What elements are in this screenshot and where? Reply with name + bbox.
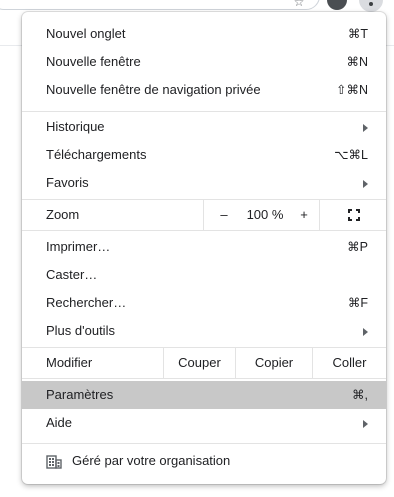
menu-item-label: Plus d'outils — [46, 323, 115, 338]
star-icon[interactable]: ☆ — [293, 0, 305, 8]
menu-separator — [22, 378, 386, 379]
menu-item-settings[interactable]: Paramètres ⌘, — [22, 381, 386, 409]
cut-button[interactable]: Couper — [163, 348, 235, 378]
menu-item-label: Rechercher… — [46, 295, 127, 310]
shortcut-label: ⌘N — [346, 55, 368, 69]
menu-item-managed-by-organization[interactable]: Géré par votre organisation — [22, 446, 386, 476]
shortcut-label: ⌘P — [347, 240, 368, 254]
shortcut-label: ⇧⌘N — [335, 83, 368, 97]
shortcut-label: ⌘, — [352, 388, 368, 402]
building-icon — [46, 455, 62, 469]
zoom-controls: – 100 % + — [203, 200, 320, 230]
menu-item-history[interactable]: Historique — [22, 113, 386, 141]
edit-row: Modifier Couper Copier Coller — [22, 348, 386, 378]
menu-item-find[interactable]: Rechercher… ⌘F — [22, 289, 386, 317]
menu-item-label: Imprimer… — [46, 239, 111, 254]
zoom-row: Zoom – 100 % + — [22, 200, 386, 230]
paste-button[interactable]: Coller — [312, 348, 386, 378]
menu-item-new-window[interactable]: Nouvelle fenêtre ⌘N — [22, 48, 386, 76]
menu-separator — [22, 443, 386, 444]
avatar[interactable] — [327, 0, 347, 10]
menu-item-cast[interactable]: Caster… — [22, 261, 386, 289]
chevron-right-icon — [363, 420, 368, 428]
edit-label: Modifier — [46, 355, 93, 370]
menu-item-label: Caster… — [46, 267, 98, 282]
managed-label: Géré par votre organisation — [72, 453, 231, 468]
menu-item-label: Aide — [46, 415, 73, 430]
menu-item-label: Favoris — [46, 175, 89, 190]
chevron-right-icon — [363, 124, 368, 132]
zoom-label: Zoom — [46, 207, 80, 222]
copy-button[interactable]: Copier — [235, 348, 312, 378]
menu-item-bookmarks[interactable]: Favoris — [22, 169, 386, 197]
fullscreen-icon[interactable] — [348, 209, 360, 221]
menu-item-help[interactable]: Aide — [22, 409, 386, 437]
zoom-in-button[interactable]: + — [296, 200, 312, 230]
menu-item-label: Téléchargements — [46, 147, 147, 162]
menu-separator — [22, 230, 386, 231]
menu-item-new-tab[interactable]: Nouvel onglet ⌘T — [22, 20, 386, 48]
menu-item-new-incognito-window[interactable]: Nouvelle fenêtre de navigation privée ⇧⌘… — [22, 76, 386, 104]
menu-item-label: Paramètres — [46, 387, 114, 402]
shortcut-label: ⌥⌘L — [334, 148, 368, 162]
menu-item-label: Nouvelle fenêtre — [46, 54, 141, 69]
menu-item-label: Historique — [46, 119, 105, 134]
zoom-level: 100 % — [246, 207, 284, 222]
address-bar[interactable] — [0, 0, 320, 10]
chevron-right-icon — [363, 328, 368, 336]
menu-item-more-tools[interactable]: Plus d'outils — [22, 317, 386, 345]
chevron-right-icon — [363, 180, 368, 188]
chrome-main-menu: Nouvel onglet ⌘T Nouvelle fenêtre ⌘N Nou… — [22, 12, 386, 484]
zoom-out-button[interactable]: – — [216, 200, 232, 230]
menu-item-label: Nouvelle fenêtre de navigation privée — [46, 82, 261, 97]
three-dots-vertical-icon[interactable] — [359, 0, 383, 12]
shortcut-label: ⌘F — [347, 296, 368, 310]
menu-item-print[interactable]: Imprimer… ⌘P — [22, 233, 386, 261]
menu-item-downloads[interactable]: Téléchargements ⌥⌘L — [22, 141, 386, 169]
shortcut-label: ⌘T — [347, 27, 368, 41]
menu-separator — [22, 111, 386, 112]
menu-item-label: Nouvel onglet — [46, 26, 126, 41]
